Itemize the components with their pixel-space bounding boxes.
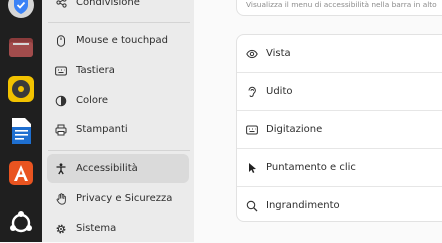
- row-udito[interactable]: Udito: [237, 73, 442, 110]
- magnifier-icon: [246, 200, 258, 212]
- hand-icon: [55, 192, 67, 205]
- eye-icon: [246, 48, 258, 60]
- sidebar-item-label: Colore: [76, 95, 109, 106]
- sidebar-item-sistema[interactable]: Sistema: [47, 214, 189, 243]
- shield-app-icon[interactable]: [6, 0, 36, 20]
- sidebar-item-label: Accessibilità: [76, 163, 138, 174]
- mouse-icon: [55, 34, 67, 47]
- printer-icon: [55, 124, 67, 136]
- system-gear-icon: [55, 223, 67, 235]
- accessibility-categories-list: Vista Udito Digitazione Puntamento e cli…: [236, 34, 442, 222]
- row-digitazione[interactable]: Digitazione: [237, 111, 442, 148]
- row-puntamento[interactable]: Puntamento e clic: [237, 149, 442, 186]
- sidebar-item-stampanti[interactable]: Stampanti: [47, 115, 189, 144]
- sidebar-item-accessibilita[interactable]: Accessibilità: [47, 154, 189, 183]
- keyboard-icon: [246, 124, 258, 136]
- row-label: Vista: [266, 48, 291, 59]
- row-label: Puntamento e clic: [266, 162, 356, 173]
- accessibility-menu-subtitle: Visualizza il menu di accessibilità nell…: [246, 0, 437, 9]
- sidebar-item-label: Tastiera: [76, 65, 115, 76]
- rhythmbox-icon[interactable]: [6, 74, 36, 104]
- sidebar-item-tastiera[interactable]: Tastiera: [47, 56, 189, 85]
- sidebar-item-label: Stampanti: [76, 124, 128, 135]
- sidebar-separator: [48, 22, 190, 23]
- sidebar-item-mouse[interactable]: Mouse e touchpad: [47, 26, 189, 55]
- accessibility-panel: Visualizza il menu di accessibilità nell…: [194, 0, 442, 242]
- accessibility-icon: [55, 162, 67, 175]
- row-ingrandimento[interactable]: Ingrandimento: [237, 187, 442, 221]
- ear-icon: [246, 86, 258, 98]
- app-center-icon[interactable]: [6, 158, 36, 188]
- dock: [0, 0, 42, 242]
- share-icon: [55, 0, 67, 9]
- files-folder-icon[interactable]: [6, 32, 36, 62]
- row-label: Udito: [266, 86, 293, 97]
- keyboard-icon: [55, 65, 67, 77]
- color-icon: [55, 95, 67, 107]
- sidebar-item-colore[interactable]: Colore: [47, 86, 189, 115]
- pointer-icon: [246, 162, 258, 174]
- sidebar-separator: [48, 150, 190, 151]
- ubuntu-logo-icon[interactable]: [6, 208, 36, 238]
- sidebar-item-label: Privacy e Sicurezza: [76, 193, 173, 204]
- writer-document-icon[interactable]: [6, 116, 36, 146]
- accessibility-menu-row[interactable]: Visualizza il menu di accessibilità nell…: [236, 0, 442, 16]
- row-label: Digitazione: [266, 124, 323, 135]
- row-label: Ingrandimento: [266, 200, 340, 211]
- sidebar-item-label: Condivisione: [76, 0, 140, 8]
- sidebar-item-condivisione[interactable]: Condivisione: [47, 0, 189, 17]
- row-vista[interactable]: Vista: [237, 35, 442, 72]
- sidebar-item-privacy[interactable]: Privacy e Sicurezza: [47, 184, 189, 213]
- sidebar-item-label: Mouse e touchpad: [76, 35, 168, 46]
- sidebar-item-label: Sistema: [76, 223, 117, 234]
